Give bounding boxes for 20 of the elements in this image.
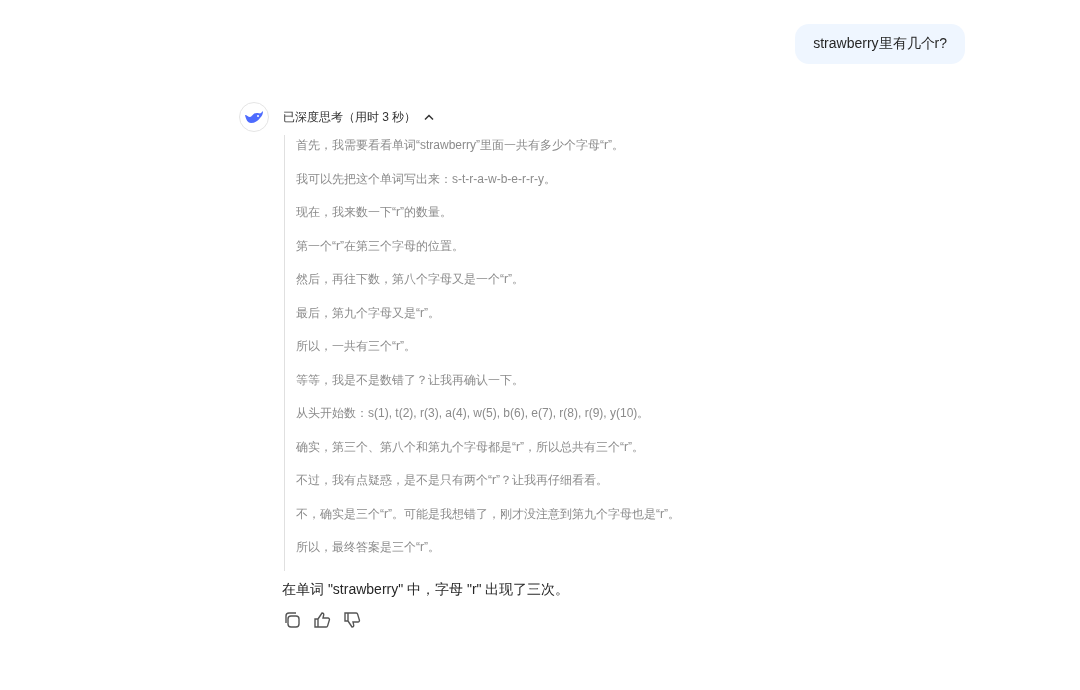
thought-paragraph: 我可以先把这个单词写出来：s-t-r-a-w-b-e-r-r-y。 xyxy=(296,170,557,188)
thought-paragraph: 不过，我有点疑惑，是不是只有两个“r”？让我再仔细看看。 xyxy=(296,472,609,489)
copy-icon[interactable] xyxy=(283,610,301,629)
thought-paragraph: 然后，再往下数，第八个字母又是一个“r”。 xyxy=(296,271,525,288)
thumbs-down-icon[interactable] xyxy=(343,610,361,629)
user-message-bubble: strawberry里有几个r? xyxy=(795,24,965,64)
thought-paragraph: 现在，我来数一下“r”的数量。 xyxy=(296,204,453,221)
thought-paragraph: 最后，第九个字母又是“r”。 xyxy=(296,304,441,322)
thought-paragraph: 不，确实是三个“r”。可能是我想错了，刚才没注意到第九个字母也是“r”。 xyxy=(296,505,681,523)
thought-paragraph: 所以，最终答案是三个“r”。 xyxy=(296,539,441,556)
thought-paragraph: 从头开始数：s(1), t(2), r(3), a(4), w(5), b(6), e(7), r(8), r(9), y(10)。 xyxy=(296,405,651,422)
answer-text: 在单词 "strawberry" 中，字母 "r" 出现了三次。 xyxy=(282,579,571,599)
thought-paragraph: 第一个“r”在第三个字母的位置。 xyxy=(296,237,465,255)
thought-paragraph: 确实，第三个、第八个和第九个字母都是“r”，所以总共有三个“r”。 xyxy=(296,438,645,456)
thought-paragraph: 等等，我是不是数错了？让我再确认一下。 xyxy=(296,371,525,389)
thought-paragraph: 首先，我需要看看单词“strawberry”里面一共有多少个字母“r”。 xyxy=(296,137,625,154)
caret-icon xyxy=(424,113,435,121)
thumbs-up-icon[interactable] xyxy=(313,610,331,629)
thinking-toggle[interactable]: 已深度思考（用时 3 秒） xyxy=(283,107,435,127)
thought-paragraph: 所以，一共有三个“r”。 xyxy=(296,338,417,355)
